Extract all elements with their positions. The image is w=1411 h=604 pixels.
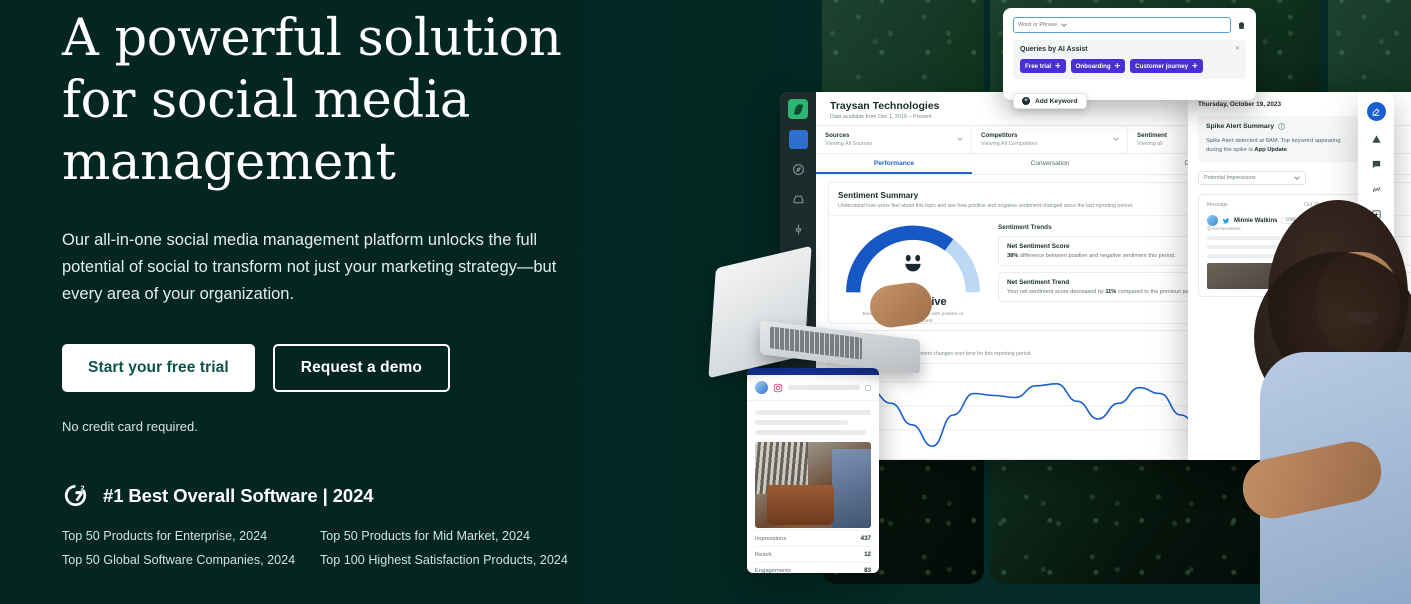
no-credit-card-note: No credit card required. bbox=[62, 419, 198, 434]
keyword-builder-popup: Word or Phrase Queries by AI Assist ✕ Fr… bbox=[1003, 8, 1256, 109]
social-post-metrics-card: Impressions 437 Reach 12 Engagements 83 bbox=[747, 368, 879, 573]
alert-summary-text: Spike Alert detected at 8AM. Top keyword… bbox=[1206, 137, 1355, 155]
table-row: Impressions 437 bbox=[755, 530, 871, 546]
alert-icon[interactable] bbox=[1370, 133, 1383, 146]
metric-label: Reach bbox=[755, 551, 772, 558]
link-icon[interactable] bbox=[1370, 183, 1383, 196]
compose-icon[interactable] bbox=[1366, 102, 1386, 121]
metric-value: 437 bbox=[860, 535, 871, 542]
g2-award-row: 2 #1 Best Overall Software | 2024 bbox=[62, 482, 682, 509]
ai-queries-title: Queries by AI Assist bbox=[1020, 46, 1088, 53]
chip-label: Customer journey bbox=[1135, 62, 1189, 70]
plus-icon: ✛ bbox=[1114, 63, 1121, 70]
checkbox-icon[interactable] bbox=[865, 384, 871, 391]
card-text-before: Your net sentiment score decreased by bbox=[1007, 289, 1106, 295]
keyword-type-select[interactable]: Word or Phrase bbox=[1018, 22, 1067, 28]
keyword-chip[interactable]: Customer journey ✛ bbox=[1130, 59, 1203, 73]
keyword-input[interactable]: Word or Phrase bbox=[1013, 17, 1231, 33]
instagram-icon bbox=[773, 383, 783, 392]
filter-value: Viewing All Competitors bbox=[981, 141, 1038, 147]
hero-subcopy: Our all-in-one social media management p… bbox=[62, 231, 557, 303]
chevron-down-icon bbox=[957, 137, 963, 141]
compass-icon[interactable] bbox=[789, 160, 808, 179]
metric-select-value: Potential Impressions bbox=[1204, 175, 1256, 181]
pin-icon[interactable] bbox=[789, 220, 808, 239]
svg-text:2: 2 bbox=[80, 484, 84, 493]
filter-label: Sources bbox=[825, 132, 850, 139]
g2-award-title: #1 Best Overall Software | 2024 bbox=[103, 484, 374, 506]
leaf-logo-icon bbox=[788, 99, 808, 119]
product-screenshot-collage: Traysan Technologies Data available from… bbox=[708, 0, 1411, 604]
list-item: Top 50 Global Software Companies, 2024 bbox=[62, 553, 296, 567]
metric-select[interactable]: Potential Impressions bbox=[1198, 171, 1306, 185]
request-demo-button[interactable]: Request a demo bbox=[272, 344, 450, 392]
card-stat: 11% bbox=[1105, 289, 1117, 295]
post-image bbox=[755, 442, 871, 528]
chevron-down-icon bbox=[1061, 23, 1067, 27]
plus-icon: ✛ bbox=[1192, 63, 1198, 70]
laptop-photo bbox=[698, 245, 935, 379]
metric-value: 83 bbox=[864, 567, 871, 573]
g2-award-list: Top 50 Products for Enterprise, 2024 Top… bbox=[62, 529, 622, 567]
metric-label: Engagements bbox=[755, 567, 791, 574]
chat-icon[interactable] bbox=[1370, 158, 1383, 171]
alert-summary-title: Spike Alert Summary i bbox=[1206, 123, 1355, 130]
card-stat: 38% bbox=[1007, 253, 1019, 259]
post-skeleton-line bbox=[755, 430, 867, 435]
chevron-down-icon bbox=[1294, 176, 1300, 180]
author-placeholder-line bbox=[788, 385, 860, 390]
metric-label: Impressions bbox=[755, 535, 787, 542]
hero-copy-column: A powerful solution for social media man… bbox=[62, 0, 682, 604]
table-row: Reach 12 bbox=[755, 546, 871, 562]
tab-conversation[interactable]: Conversation bbox=[972, 154, 1128, 174]
g2-logo-icon: 2 bbox=[64, 484, 87, 507]
post-metrics-list: Impressions 437 Reach 12 Engagements 83 bbox=[747, 530, 879, 573]
list-item: Top 50 Products for Mid Market, 2024 bbox=[320, 529, 530, 543]
plus-icon: + bbox=[1022, 97, 1030, 105]
spike-alert-summary-box: Spike Alert Summary i Spike Alert detect… bbox=[1198, 116, 1363, 162]
filter-sources[interactable]: Sources Viewing All Sources bbox=[816, 126, 972, 153]
alert-title-text: Spike Alert Summary bbox=[1206, 123, 1275, 130]
inbox-icon[interactable] bbox=[789, 190, 808, 209]
alert-keyword: App Update bbox=[1254, 147, 1287, 153]
start-free-trial-button[interactable]: Start your free trial bbox=[62, 344, 255, 392]
table-row: Engagements 83 bbox=[755, 562, 871, 573]
post-skeleton-line bbox=[755, 410, 871, 415]
page-title: A powerful solution for social media man… bbox=[62, 9, 562, 192]
ai-queries-box: Queries by AI Assist ✕ Free trial ✛ Onboa… bbox=[1013, 40, 1246, 79]
keyword-chip-list: Free trial ✛ Onboarding ✛ Customer journey… bbox=[1020, 59, 1239, 73]
person-photo bbox=[1198, 200, 1411, 604]
filter-label: Competitors bbox=[981, 132, 1018, 139]
avatar bbox=[755, 381, 768, 394]
chip-label: Free trial bbox=[1025, 62, 1052, 70]
close-icon[interactable]: ✕ bbox=[1235, 45, 1240, 52]
chevron-down-icon bbox=[1113, 137, 1119, 141]
card-text-after: difference between positive and negative… bbox=[1018, 253, 1176, 259]
list-item: Top 50 Products for Enterprise, 2024 bbox=[62, 529, 268, 543]
add-keyword-label: Add Keyword bbox=[1035, 97, 1078, 105]
list-item: Top 100 Highest Satisfaction Products, 2… bbox=[320, 553, 568, 567]
alert-date: Thursday, October 19, 2023 bbox=[1198, 101, 1281, 108]
keyword-type-value: Word or Phrase bbox=[1018, 22, 1058, 28]
metric-value: 12 bbox=[864, 551, 871, 558]
tab-performance[interactable]: Performance bbox=[816, 154, 972, 174]
add-keyword-button[interactable]: + Add Keyword bbox=[1013, 93, 1087, 109]
cta-button-row: Start your free trial Request a demo bbox=[62, 344, 682, 392]
chip-label: Onboarding bbox=[1075, 62, 1111, 70]
trash-icon[interactable] bbox=[1237, 20, 1246, 31]
filter-value: Viewing All Sources bbox=[825, 141, 873, 147]
folder-icon[interactable] bbox=[788, 130, 808, 149]
post-skeleton-line bbox=[755, 420, 848, 425]
info-icon[interactable]: i bbox=[1278, 123, 1286, 130]
plus-icon: ✛ bbox=[1055, 63, 1061, 70]
filter-competitors[interactable]: Competitors Viewing All Competitors bbox=[972, 126, 1128, 153]
keyword-chip[interactable]: Onboarding ✛ bbox=[1070, 59, 1126, 73]
keyword-chip[interactable]: Free trial ✛ bbox=[1020, 59, 1066, 73]
